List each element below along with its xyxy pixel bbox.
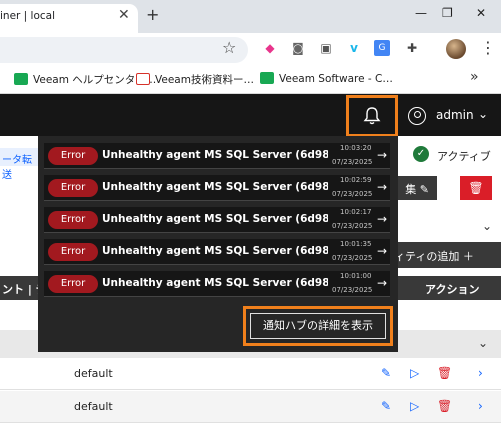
restore-icon[interactable]: ❐ bbox=[442, 6, 453, 20]
notification-hub-highlight: 通知ハブの詳細を表示 bbox=[243, 306, 393, 346]
arrow-right-icon[interactable]: → bbox=[377, 180, 387, 194]
notification-date: 07/23/2025 bbox=[332, 222, 373, 230]
user-name[interactable]: admin bbox=[436, 108, 474, 122]
arrow-right-icon[interactable]: → bbox=[377, 276, 387, 290]
photo-icon[interactable]: ▣ bbox=[318, 40, 334, 56]
bookmark-star-icon[interactable]: ☆ bbox=[222, 38, 236, 57]
notification-time: 10:02:59 bbox=[340, 176, 372, 184]
notification-message: Unhealthy agent MS SQL Server (6d984032)… bbox=[102, 149, 328, 161]
translate-icon[interactable]: G bbox=[374, 40, 390, 56]
camera-icon[interactable]: ◙ bbox=[290, 40, 306, 56]
notification-time: 10:01:35 bbox=[340, 240, 372, 248]
error-tag: Error bbox=[48, 147, 98, 165]
notification-message: Unhealthy agent MS SQL Server (6d984032)… bbox=[102, 245, 328, 257]
chevron-down-icon[interactable]: ⌄ bbox=[478, 336, 488, 350]
error-tag: Error bbox=[48, 179, 98, 197]
error-tag: Error bbox=[48, 275, 98, 293]
delete-button[interactable]: 🗑 bbox=[460, 176, 492, 200]
notification-item[interactable]: Error Unhealthy agent MS SQL Server (6d9… bbox=[44, 271, 390, 297]
user-avatar-icon[interactable] bbox=[408, 107, 426, 125]
row-name: default bbox=[74, 367, 113, 380]
close-window-icon[interactable]: ✕ bbox=[476, 6, 486, 20]
vimeo-icon[interactable]: v bbox=[346, 40, 362, 56]
bookmarks-bar: Veeam ヘルプセンター… Veeam技術資料ー… Veeam Softwar… bbox=[0, 65, 501, 94]
browser-tab-strip: iner | local ✕ + — ❐ ✕ bbox=[0, 0, 501, 33]
compass-icon[interactable]: ◆ bbox=[262, 40, 278, 56]
table-row[interactable]: default ✎ ▷ 🗑 › bbox=[0, 391, 501, 423]
arrow-right-icon[interactable]: → bbox=[377, 244, 387, 258]
edit-icon[interactable]: ✎ bbox=[381, 366, 391, 380]
data-transfer-tab[interactable]: ータ転送 bbox=[0, 148, 40, 181]
row-name: default bbox=[74, 400, 113, 413]
edit-icon: ✎ bbox=[419, 183, 429, 196]
notification-date: 07/23/2025 bbox=[332, 190, 373, 198]
bell-icon bbox=[363, 107, 381, 125]
notification-date: 07/23/2025 bbox=[332, 158, 373, 166]
add-entity-button[interactable]: ィティの追加 ＋ bbox=[392, 242, 501, 268]
notification-item[interactable]: Error Unhealthy agent MS SQL Server (6d9… bbox=[44, 239, 390, 265]
notification-date: 07/23/2025 bbox=[332, 286, 373, 294]
view-notification-hub-button[interactable]: 通知ハブの詳細を表示 bbox=[250, 313, 386, 339]
tab-title: iner | local bbox=[0, 10, 56, 22]
notification-time: 10:02:17 bbox=[340, 208, 372, 216]
chevron-right-icon[interactable]: › bbox=[478, 366, 483, 380]
edit-icon[interactable]: ✎ bbox=[381, 399, 391, 413]
notification-bell-button[interactable] bbox=[346, 95, 398, 137]
notification-message: Unhealthy agent MS SQL Server (6d984032)… bbox=[102, 213, 328, 225]
play-icon[interactable]: ▷ bbox=[410, 366, 419, 380]
bookmark-veeam-help[interactable]: Veeam ヘルプセンター… bbox=[14, 72, 156, 87]
address-toolbar: ☆ ◆ ◙ ▣ v G ✚ ⋮ bbox=[0, 33, 501, 65]
address-bar[interactable] bbox=[0, 37, 248, 63]
browser-tab[interactable]: iner | local ✕ bbox=[0, 4, 138, 33]
tab-close-icon[interactable]: ✕ bbox=[118, 7, 130, 23]
new-tab-button[interactable]: + bbox=[146, 5, 159, 24]
arrow-right-icon[interactable]: → bbox=[377, 148, 387, 162]
chevron-down-icon[interactable]: ⌄ bbox=[482, 219, 492, 233]
error-tag: Error bbox=[48, 243, 98, 261]
veeam-logo-icon bbox=[14, 73, 28, 85]
notification-message: Unhealthy agent MS SQL Server (6d984032)… bbox=[102, 277, 328, 289]
trash-icon[interactable]: 🗑 bbox=[437, 399, 452, 413]
bookmarks-overflow-icon[interactable]: » bbox=[470, 69, 479, 85]
trash-icon[interactable]: 🗑 bbox=[437, 366, 452, 380]
trash-icon: 🗑 bbox=[468, 181, 484, 195]
notification-item[interactable]: Error Unhealthy agent MS SQL Server (6d9… bbox=[44, 175, 390, 201]
veeam-docs-icon bbox=[136, 73, 150, 85]
bookmark-veeam-docs[interactable]: Veeam技術資料ー… bbox=[136, 72, 254, 87]
check-circle-icon: ✓ bbox=[413, 146, 429, 162]
chevron-right-icon[interactable]: › bbox=[478, 399, 483, 413]
notification-item[interactable]: Error Unhealthy agent MS SQL Server (6d9… bbox=[44, 143, 390, 169]
minimize-icon[interactable]: — bbox=[415, 6, 427, 20]
play-icon[interactable]: ▷ bbox=[410, 399, 419, 413]
notification-date: 07/23/2025 bbox=[332, 254, 373, 262]
table-row[interactable]: default ✎ ▷ 🗑 › bbox=[0, 358, 501, 390]
notification-item[interactable]: Error Unhealthy agent MS SQL Server (6d9… bbox=[44, 207, 390, 233]
error-tag: Error bbox=[48, 211, 98, 229]
puzzle-icon[interactable]: ✚ bbox=[404, 40, 420, 56]
notification-time: 10:01:00 bbox=[340, 272, 372, 280]
veeam-logo-icon bbox=[260, 72, 274, 84]
bookmark-veeam-software[interactable]: Veeam Software - C… bbox=[260, 72, 393, 85]
notification-message: Unhealthy agent MS SQL Server (6d984032)… bbox=[102, 181, 328, 193]
status-active-label: アクティブ bbox=[437, 150, 491, 163]
profile-avatar[interactable] bbox=[446, 39, 466, 59]
notification-time: 10:03:20 bbox=[340, 144, 372, 152]
chevron-down-icon[interactable]: ⌄ bbox=[478, 107, 488, 121]
edit-button[interactable]: 集 ✎ bbox=[393, 176, 437, 200]
arrow-right-icon[interactable]: → bbox=[377, 212, 387, 226]
column-header-actions: アクション bbox=[425, 283, 480, 296]
menu-icon[interactable]: ⋮ bbox=[480, 38, 496, 57]
